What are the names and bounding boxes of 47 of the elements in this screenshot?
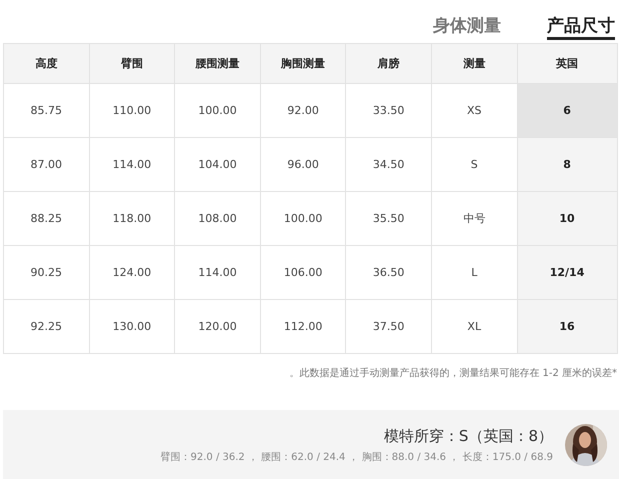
column-header: 肩膀: [346, 44, 432, 84]
table-cell: 33.50: [346, 84, 432, 138]
table-cell: 35.50: [346, 192, 432, 246]
table-cell[interactable]: 6: [517, 84, 618, 138]
table-cell: 87.00: [4, 138, 90, 192]
table-cell: 114.00: [174, 246, 260, 300]
table-cell: S: [431, 138, 518, 192]
table-cell: 92.00: [260, 84, 346, 138]
model-measurements: 臂围：92.0 / 36.2 ， 腰围：62.0 / 24.4 ， 胸围：88.0 / 34.6 ， 长度：175.0 / 68.9: [160, 450, 553, 464]
table-cell: 124.00: [89, 246, 175, 300]
column-header: 英国: [517, 44, 618, 84]
model-size: 模特所穿：S（英国：8）: [384, 426, 553, 446]
table-cell: 130.00: [89, 300, 175, 354]
table-cell: 120.00: [174, 300, 260, 354]
table-cell: 114.00: [89, 138, 175, 192]
column-header: 测量: [431, 44, 518, 84]
table-cell: L: [431, 246, 518, 300]
column-header: 腰围测量: [174, 44, 260, 84]
table-cell: 92.25: [4, 300, 90, 354]
tab[interactable]: 身体测量: [433, 14, 501, 40]
table-cell[interactable]: 12/14: [517, 246, 618, 300]
table-cell: 37.50: [346, 300, 432, 354]
table-cell[interactable]: 10: [517, 192, 618, 246]
table-cell: 90.25: [4, 246, 90, 300]
disclaimer-note: 。此数据是通过手动测量产品获得的，测量结果可能存在 1-2 厘米的误差*: [288, 366, 618, 381]
table-cell[interactable]: 8: [517, 138, 618, 192]
table-cell: 100.00: [174, 84, 260, 138]
table-cell: 100.00: [260, 192, 346, 246]
table-cell: 112.00: [260, 300, 346, 354]
column-header: 高度: [4, 44, 90, 84]
table-cell: 34.50: [346, 138, 432, 192]
table-cell: 104.00: [174, 138, 260, 192]
table-cell: 96.00: [260, 138, 346, 192]
table-cell: 88.25: [4, 192, 90, 246]
table-cell: 中号: [431, 192, 518, 246]
table-cell: 108.00: [174, 192, 260, 246]
table-cell: 118.00: [89, 192, 175, 246]
table-cell: 110.00: [89, 84, 175, 138]
column-header: 胸围测量: [260, 44, 346, 84]
table-cell: 85.75: [4, 84, 90, 138]
table-cell: 36.50: [346, 246, 432, 300]
column-header: 臂围: [89, 44, 175, 84]
table-cell: XL: [431, 300, 518, 354]
table-cell: XS: [431, 84, 518, 138]
table-cell[interactable]: 16: [517, 300, 618, 354]
tab[interactable]: 产品尺寸: [547, 14, 615, 40]
table-cell: 106.00: [260, 246, 346, 300]
